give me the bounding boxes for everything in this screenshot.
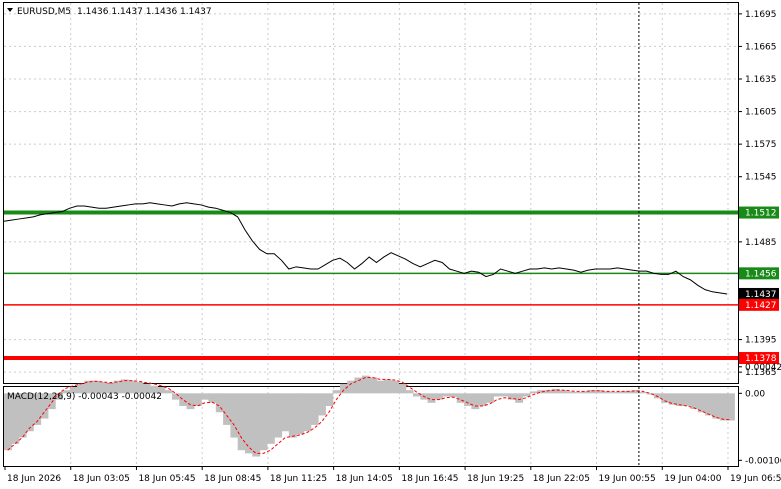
price-tick-label: 1.1545 xyxy=(745,173,777,183)
macd-tick-label: 0.00042 xyxy=(745,363,781,373)
time-tick-label: 19 Jun 00:55 xyxy=(599,474,656,484)
macd-bar xyxy=(332,390,341,394)
macd-bar xyxy=(266,393,275,444)
time-tick-label: 18 Jun 19:25 xyxy=(467,474,524,484)
macd-bar xyxy=(712,393,721,419)
macd-bar xyxy=(705,393,713,416)
macd-bar xyxy=(478,393,487,406)
macd-bar xyxy=(493,393,502,397)
macd-bar xyxy=(566,391,575,394)
macd-bar xyxy=(354,377,363,394)
price-tick-label: 1.1395 xyxy=(745,336,777,346)
macd-bar xyxy=(310,393,319,425)
macd-bar xyxy=(296,393,305,435)
time-tick-label: 18 Jun 11:25 xyxy=(270,474,327,484)
level-label-1.1437: 1.1437 xyxy=(745,290,777,300)
macd-bar xyxy=(653,393,662,399)
price-tick-label: 1.1665 xyxy=(745,42,777,52)
macd-bar xyxy=(610,392,619,394)
level-label-1.1512: 1.1512 xyxy=(745,209,777,219)
macd-bar xyxy=(208,393,217,403)
time-tick-label: 18 Jun 05:45 xyxy=(138,474,195,484)
macd-bar xyxy=(398,383,407,394)
macd-bar xyxy=(485,393,494,403)
ohlc-label: 1.1436 1.1437 1.1436 1.1437 xyxy=(77,7,212,17)
time-tick-label: 18 Jun 08:45 xyxy=(204,474,261,484)
time-tick-label: 18 Jun 03:05 xyxy=(73,474,130,484)
price-axis: 1.1695 1.1665 1.1635 1.1605 1.1575 1.1545 1.14… xyxy=(738,10,777,378)
macd-bar xyxy=(683,393,692,406)
price-pane[interactable] xyxy=(3,2,739,384)
macd-bar xyxy=(383,379,392,394)
level-label-1.1456: 1.1456 xyxy=(745,269,777,279)
time-tick-label: 18 Jun 2026 xyxy=(7,474,61,484)
price-tick-label: 1.1635 xyxy=(745,75,777,85)
price-tick-label: 1.1575 xyxy=(745,140,777,150)
macd-title: MACD(12,26,9) -0.00043 -0.00042 xyxy=(7,392,162,402)
macd-bar xyxy=(376,380,385,394)
macd-bar xyxy=(573,392,582,394)
macd-bar xyxy=(230,393,239,438)
macd-tick-label: 0.00 xyxy=(745,389,765,399)
time-tick-label: 19 Jun 04:00 xyxy=(664,474,721,484)
symbol-label: EURUSD,M5 xyxy=(17,7,71,17)
macd-bar xyxy=(171,393,180,400)
macd-bar xyxy=(274,393,283,438)
macd-bar xyxy=(186,393,195,410)
macd-bar xyxy=(325,393,334,406)
macd-bar xyxy=(179,393,188,406)
macd-bar xyxy=(288,393,297,438)
price-tick-label: 1.1605 xyxy=(745,108,777,118)
macd-bar xyxy=(201,393,210,400)
macd-bar xyxy=(339,383,348,394)
macd-bar xyxy=(164,390,173,394)
macd-bar xyxy=(442,393,451,397)
macd-bar xyxy=(369,377,378,394)
macd-bar xyxy=(726,393,735,421)
macd-bar xyxy=(193,393,202,406)
price-tick-label: 1.1485 xyxy=(745,238,777,248)
macd-bar xyxy=(434,393,443,400)
price-tick-label: 1.1695 xyxy=(745,10,777,20)
macd-bar xyxy=(318,393,326,416)
macd-bar xyxy=(551,388,560,394)
time-tick-label: 18 Jun 16:45 xyxy=(401,474,458,484)
macd-bar xyxy=(391,380,399,394)
time-tick-label: 18 Jun 14:05 xyxy=(336,474,393,484)
macd-bar xyxy=(639,392,648,394)
macd-bar xyxy=(500,393,509,397)
macd-bar xyxy=(303,393,312,432)
macd-axis: 0.00042 0.00 -0.00106 xyxy=(738,363,781,466)
macd-bar xyxy=(405,390,414,394)
macd-tick-label: -0.00106 xyxy=(745,456,781,466)
chart-canvas[interactable]: 1.15121.14561.14371.14271.1378 1.16951.1… xyxy=(0,0,781,489)
macd-bar xyxy=(529,391,538,394)
macd-bar xyxy=(252,393,261,457)
macd-bar xyxy=(449,393,458,398)
macd-bar xyxy=(471,393,480,410)
time-axis: 18 Jun 2026 18 Jun 03:05 18 Jun 05:45 18 Ju… xyxy=(4,466,781,484)
level-label-1.1427: 1.1427 xyxy=(745,301,777,311)
macd-bar xyxy=(259,393,268,451)
macd-bar xyxy=(719,393,728,421)
time-tick-label: 18 Jun 22:05 xyxy=(533,474,590,484)
macd-bar xyxy=(281,393,290,432)
time-tick-label: 19 Jun 06:50 xyxy=(730,474,781,484)
macd-bar xyxy=(515,393,524,403)
macd-bar xyxy=(675,393,684,406)
